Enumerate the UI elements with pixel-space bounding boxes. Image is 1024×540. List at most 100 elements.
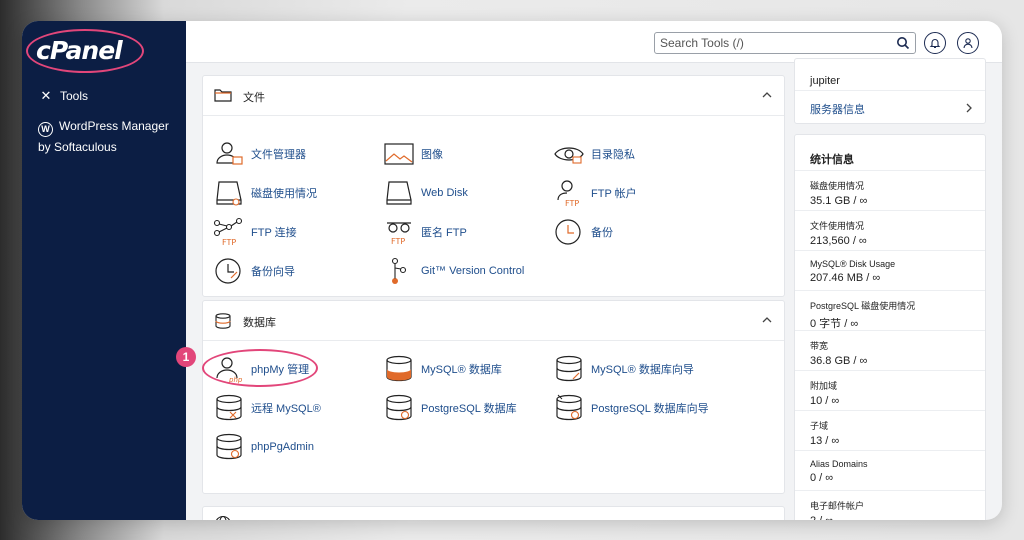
- stat-row: Alias Domains 0 / ∞: [795, 451, 985, 491]
- files-panel-title: 文件: [243, 92, 265, 104]
- tool-label: 磁盘使用情况: [251, 188, 317, 200]
- stat-row: PostgreSQL 磁盘使用情况 0 字节 / ∞: [795, 291, 985, 331]
- file-manager-icon: [216, 142, 243, 165]
- chevron-up-icon[interactable]: [762, 315, 772, 325]
- tool-images[interactable]: 图像: [383, 139, 443, 169]
- statistics-card: 统计信息 磁盘使用情况 35.1 GB / ∞ 文件使用情况 213,560 / ∞…: [794, 134, 986, 520]
- tool-mysql-database-wizard[interactable]: MySQL® 数据库向导: [553, 354, 694, 384]
- tool-file-manager[interactable]: 文件管理器: [213, 139, 306, 169]
- tool-label: phpPgAdmin: [251, 441, 314, 453]
- user-icon: [963, 38, 973, 49]
- tool-git-version-control[interactable]: Git™ Version Control: [383, 256, 524, 286]
- theme-row: jupiter: [795, 59, 985, 91]
- stat-row: 文件使用情况 213,560 / ∞: [795, 211, 985, 251]
- cpanel-window: cPanel ✕ Tools W WordPress Manager by Soft…: [22, 21, 1002, 520]
- phppgadmin-icon: [216, 433, 242, 460]
- search-input[interactable]: [655, 33, 891, 53]
- tools-icon: ✕: [40, 88, 52, 103]
- tool-ftp-accounts[interactable]: FTP FTP 帐户: [553, 178, 637, 208]
- right-sidebar: jupiter 服务器信息 统计信息 磁盘使用情况 35.1 GB / ∞ 文件使…: [794, 58, 988, 520]
- mysql-wizard-icon: [556, 355, 582, 382]
- tool-remote-mysql[interactable]: 远程 MySQL®: [213, 393, 321, 423]
- tool-ftp-connections[interactable]: FTP FTP 连接: [213, 217, 297, 247]
- theme-value: jupiter: [810, 75, 840, 87]
- tool-anonymous-ftp[interactable]: FTP 匿名 FTP: [383, 217, 467, 247]
- server-info-label: 服务器信息: [810, 104, 865, 116]
- tool-mysql-databases[interactable]: MySQL® 数据库: [383, 354, 502, 384]
- top-header: [186, 21, 1002, 63]
- general-info-card: jupiter 服务器信息: [794, 58, 986, 124]
- domains-panel-header[interactable]: 域: [203, 507, 784, 520]
- stat-label: 带宽: [810, 341, 829, 351]
- postgresql-database-icon: [386, 394, 412, 421]
- sidebar-item-label: Tools: [60, 89, 89, 103]
- tool-label: PostgreSQL 数据库向导: [591, 403, 709, 415]
- eye-icon: [554, 147, 584, 164]
- databases-panel-header[interactable]: 数据库: [203, 301, 784, 341]
- cpanel-logo[interactable]: cPanel: [36, 36, 123, 65]
- folder-icon: [214, 89, 232, 102]
- svg-text:FTP: FTP: [391, 237, 405, 246]
- sidebar-item-tools[interactable]: ✕ Tools: [38, 85, 88, 107]
- stat-value: 0 字节 / ∞: [810, 318, 859, 330]
- stat-row: 子域 13 / ∞: [795, 411, 985, 451]
- backup-icon: [555, 219, 581, 245]
- stat-label: Alias Domains: [810, 459, 868, 469]
- tool-label: 匿名 FTP: [421, 227, 467, 239]
- tool-label: 备份向导: [251, 266, 295, 278]
- files-panel: 文件 文件管理器 图像 目录隐私 磁盘使用情况 Web Disk FTP FTP…: [202, 75, 785, 297]
- globe-icon: [216, 515, 230, 520]
- stat-row: MySQL® Disk Usage 207.46 MB / ∞: [795, 251, 985, 291]
- stat-row: 带宽 36.8 GB / ∞: [795, 331, 985, 371]
- image-icon: [384, 143, 414, 165]
- chevron-right-icon: [966, 103, 972, 113]
- tool-label: 远程 MySQL®: [251, 403, 321, 415]
- svg-text:FTP: FTP: [565, 199, 579, 208]
- databases-panel: 数据库 php phpMy 管理 MySQL® 数据库 MySQL® 数据库向导…: [202, 300, 785, 494]
- stat-label: 磁盘使用情况: [810, 181, 865, 191]
- server-info-link[interactable]: 服务器信息: [795, 91, 985, 124]
- sidebar-item-wordpress[interactable]: W WordPress Manager by Softaculous: [38, 116, 169, 158]
- tool-postgresql-database-wizard[interactable]: PostgreSQL 数据库向导: [553, 393, 709, 423]
- phpmyadmin-highlight-ring: [202, 349, 318, 387]
- tool-label: PostgreSQL 数据库: [421, 403, 517, 415]
- web-disk-icon: [386, 181, 412, 205]
- tool-web-disk[interactable]: Web Disk: [383, 178, 468, 208]
- disk-icon: [216, 181, 242, 206]
- tool-directory-privacy[interactable]: 目录隐私: [553, 139, 635, 169]
- search-box: [654, 32, 916, 54]
- wordpress-icon: W: [38, 122, 53, 137]
- chevron-up-icon[interactable]: [762, 90, 772, 100]
- sidebar-item-label: WordPress Manager: [59, 119, 169, 133]
- statistics-title: 统计信息: [810, 154, 854, 166]
- stat-label: PostgreSQL 磁盘使用情况: [810, 301, 916, 311]
- tool-disk-usage[interactable]: 磁盘使用情况: [213, 178, 317, 208]
- postgresql-wizard-icon: [556, 394, 582, 421]
- statistics-header: 统计信息: [795, 135, 985, 171]
- database-icon: [215, 313, 231, 329]
- stat-value: 10 / ∞: [810, 395, 840, 407]
- tool-label: 备份: [591, 227, 613, 239]
- databases-panel-title: 数据库: [243, 317, 276, 329]
- remote-mysql-icon: [216, 394, 242, 421]
- tool-label: MySQL® 数据库: [421, 364, 502, 376]
- tool-phppgadmin[interactable]: phpPgAdmin: [213, 432, 314, 462]
- stat-label: 电子邮件帐户: [810, 501, 865, 511]
- stat-label: 文件使用情况: [810, 221, 865, 231]
- stat-label: 附加域: [810, 381, 838, 391]
- tool-backup[interactable]: 备份: [553, 217, 613, 247]
- tool-backup-wizard[interactable]: 备份向导: [213, 256, 295, 286]
- stat-value: 35.1 GB / ∞: [810, 195, 868, 207]
- tool-label: 目录隐私: [591, 149, 635, 161]
- backup-wizard-icon: [215, 258, 241, 284]
- stat-label: MySQL® Disk Usage: [810, 259, 896, 269]
- search-icon[interactable]: [896, 36, 910, 50]
- notifications-button[interactable]: [924, 32, 946, 54]
- stat-value: 2 / ∞: [810, 512, 970, 520]
- anonymous-ftp-icon: FTP: [387, 222, 411, 246]
- tool-label: MySQL® 数据库向导: [591, 364, 694, 376]
- user-menu-button[interactable]: [957, 32, 979, 54]
- tool-postgresql-databases[interactable]: PostgreSQL 数据库: [383, 393, 517, 423]
- files-panel-header[interactable]: 文件: [203, 76, 784, 116]
- ftp-account-icon: FTP: [557, 180, 579, 208]
